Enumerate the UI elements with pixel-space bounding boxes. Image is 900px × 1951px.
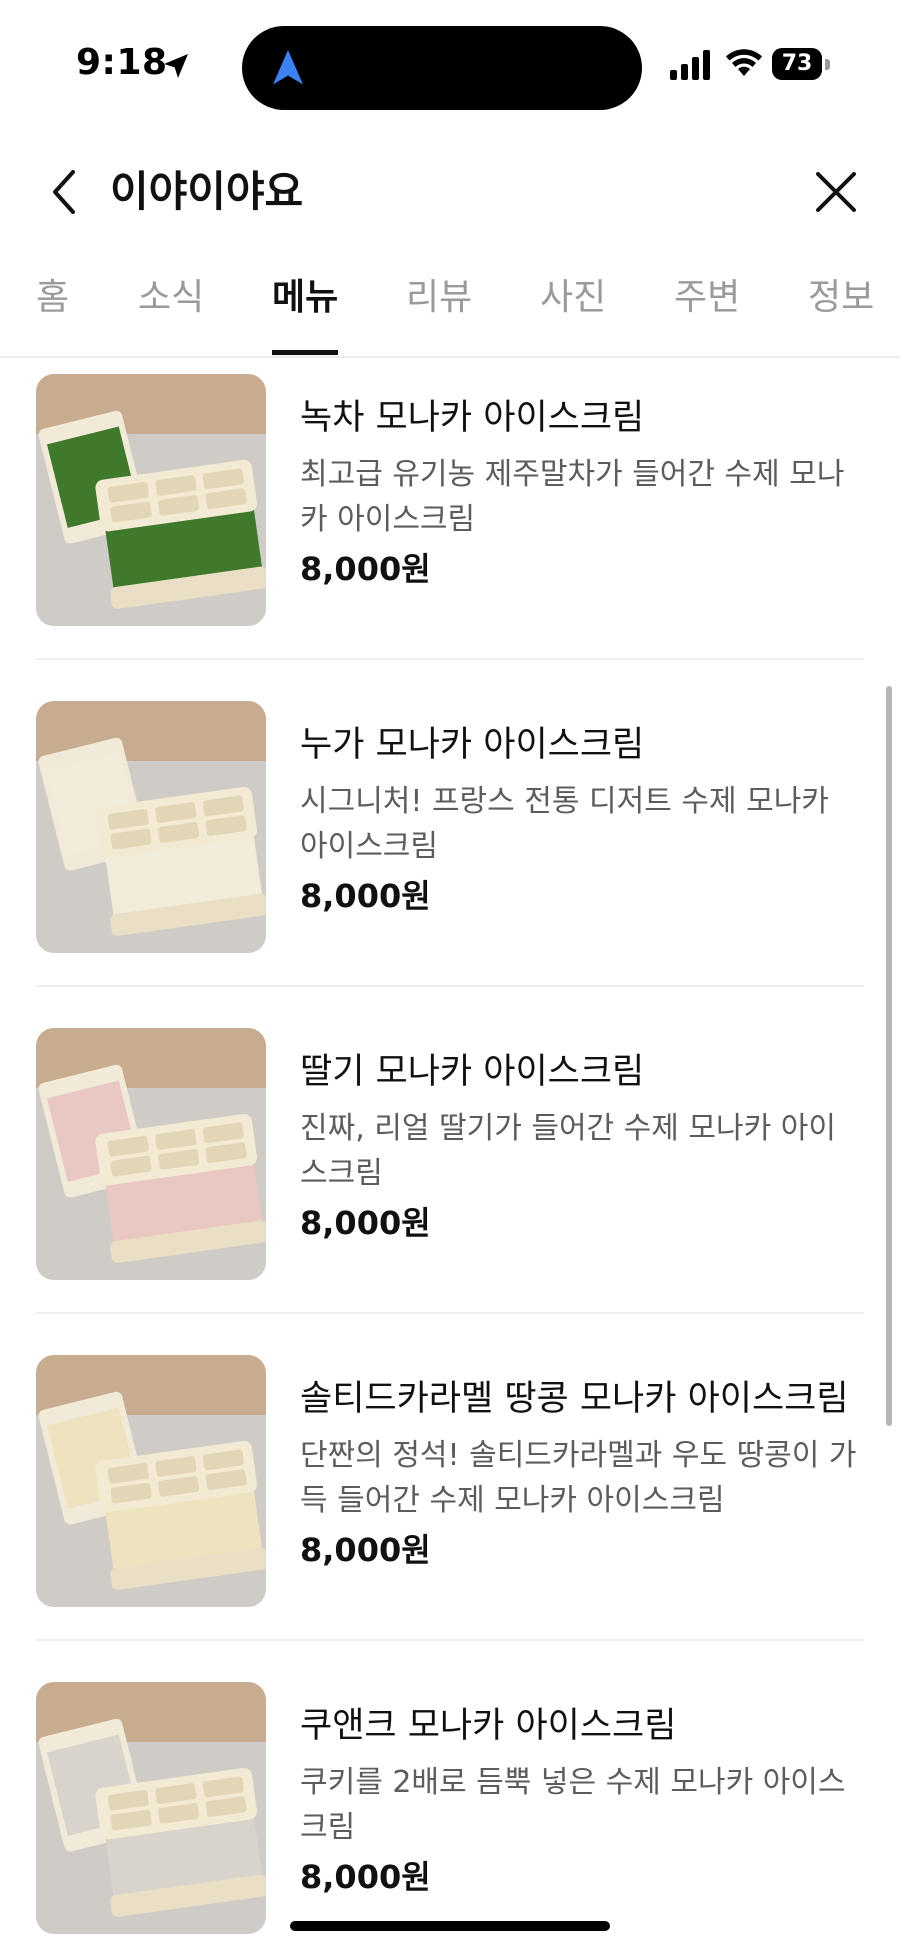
cellular-signal-icon: [670, 50, 710, 80]
back-button[interactable]: [36, 164, 92, 220]
wifi-icon: [726, 49, 762, 76]
location-arrow-icon: [164, 54, 188, 78]
menu-item-price: 8,000원: [300, 877, 431, 915]
menu-item-description: 쿠키를 2배로 듬뿍 넣은 수제 모나카 아이스크림: [300, 1765, 846, 1845]
tab-bar: 홈 소식 메뉴 리뷰 사진 주변 정보: [0, 262, 900, 358]
menu-item-price: 8,000원: [300, 1204, 431, 1242]
battery-cap: [825, 59, 830, 70]
battery-icon: 73: [772, 48, 832, 80]
product-photo: [36, 1028, 266, 1280]
menu-list[interactable]: 녹차 모나카 아이스크림 최고급 유기농 제주말차가 들어간 수제 모나카 아이…: [0, 358, 900, 1951]
menu-item-name: 누가 모나카 아이스크림: [300, 725, 645, 765]
menu-item[interactable]: 녹차 모나카 아이스크림 최고급 유기농 제주말차가 들어간 수제 모나카 아이…: [36, 366, 864, 666]
menu-item-thumbnail[interactable]: [36, 1028, 266, 1280]
menu-item-price: 8,000원: [300, 1858, 431, 1896]
tab-nearby[interactable]: 주변: [674, 274, 740, 322]
product-photo: [36, 701, 266, 953]
menu-item-name: 녹차 모나카 아이스크림: [300, 398, 645, 438]
menu-item[interactable]: 쿠앤크 모나카 아이스크림 쿠키를 2배로 듬뿍 넣은 수제 모나카 아이스크림…: [36, 1674, 864, 1951]
tab-news[interactable]: 소식: [138, 274, 204, 322]
menu-item-description: 단짠의 정석! 솔티드카라멜과 우도 땅콩이 가득 들어간 수제 모나카 아이스…: [300, 1438, 857, 1518]
menu-item[interactable]: 딸기 모나카 아이스크림 진짜, 리얼 딸기가 들어간 수제 모나카 아이스크림…: [36, 1020, 864, 1320]
battery-level: 73: [772, 48, 822, 80]
menu-divider: [36, 985, 864, 987]
menu-item-name: 솔티드카라멜 땅콩 모나카 아이스크림: [300, 1379, 849, 1419]
tab-reviews[interactable]: 리뷰: [406, 274, 472, 322]
menu-item-thumbnail[interactable]: [36, 701, 266, 953]
menu-item[interactable]: 솔티드카라멜 땅콩 모나카 아이스크림 단짠의 정석! 솔티드카라멜과 우도 땅…: [36, 1347, 864, 1647]
menu-item-name: 쿠앤크 모나카 아이스크림: [300, 1706, 677, 1746]
tab-photos[interactable]: 사진: [540, 274, 606, 322]
header: 이야이야요: [0, 150, 900, 234]
tab-home[interactable]: 홈: [36, 274, 69, 322]
product-photo: [36, 1355, 266, 1607]
tab-menu[interactable]: 메뉴: [272, 274, 338, 322]
menu-item-name: 딸기 모나카 아이스크림: [300, 1052, 645, 1092]
active-tab-indicator: [272, 350, 338, 355]
tab-info[interactable]: 정보: [808, 274, 874, 322]
menu-item-description: 시그니처! 프랑스 전통 디저트 수제 모나카 아이스크림: [300, 784, 829, 864]
menu-item-price: 8,000원: [300, 550, 431, 588]
close-button[interactable]: [808, 164, 864, 220]
menu-item-description: 최고급 유기농 제주말차가 들어간 수제 모나카 아이스크림: [300, 457, 845, 537]
scrollbar[interactable]: [886, 686, 892, 1426]
page-title: 이야이야요: [110, 167, 304, 216]
menu-divider: [36, 1639, 864, 1641]
menu-item-thumbnail[interactable]: [36, 1682, 266, 1934]
dynamic-island: [242, 26, 642, 110]
close-icon: [816, 172, 856, 212]
product-photo: [36, 1682, 266, 1934]
menu-item-thumbnail[interactable]: [36, 1355, 266, 1607]
menu-divider: [36, 1312, 864, 1314]
navigation-icon: [273, 50, 303, 85]
menu-item-thumbnail[interactable]: [36, 374, 266, 626]
menu-item[interactable]: 누가 모나카 아이스크림 시그니처! 프랑스 전통 디저트 수제 모나카 아이스…: [36, 693, 864, 993]
menu-divider: [36, 658, 864, 660]
home-indicator: [290, 1921, 610, 1931]
chevron-left-icon: [53, 170, 75, 214]
menu-item-price: 8,000원: [300, 1531, 431, 1569]
menu-item-description: 진짜, 리얼 딸기가 들어간 수제 모나카 아이스크림: [300, 1111, 836, 1191]
status-time: 9:18: [76, 42, 168, 83]
status-bar: 9:18 73: [0, 0, 900, 130]
product-photo: [36, 374, 266, 626]
